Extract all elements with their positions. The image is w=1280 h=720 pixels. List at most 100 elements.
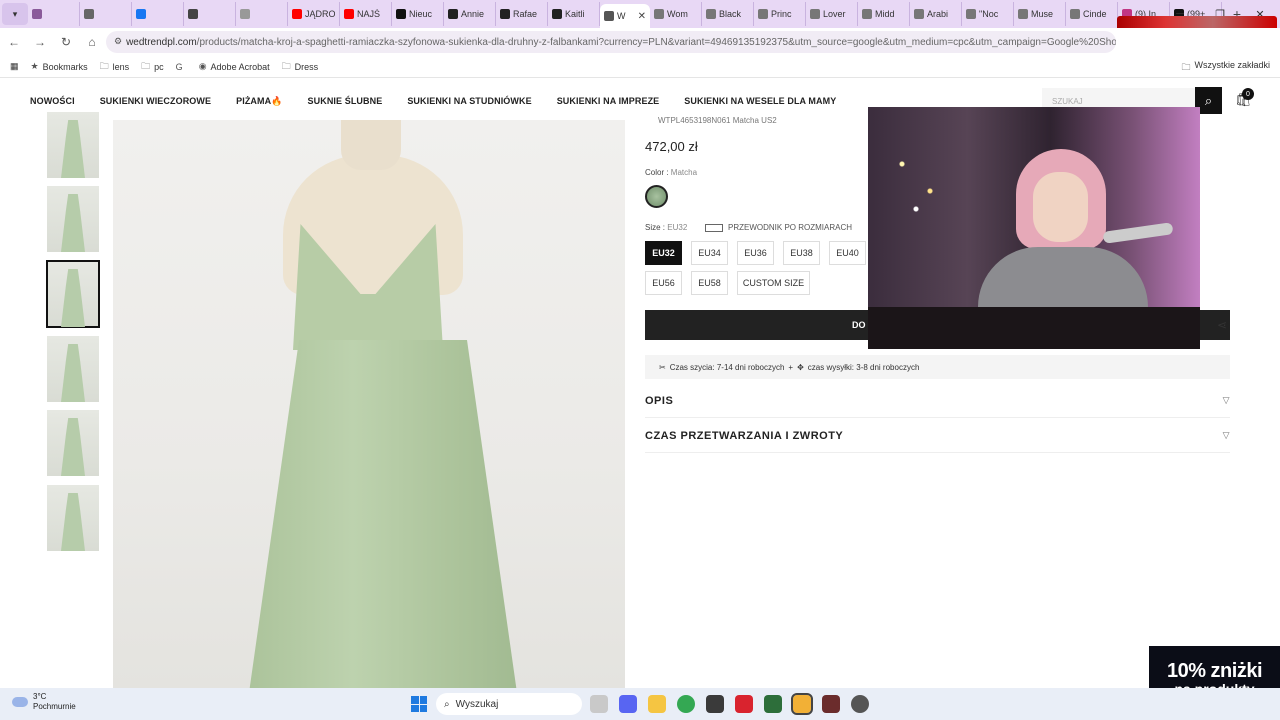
product-thumbnail[interactable] — [47, 186, 99, 252]
tab[interactable]: Nieuc — [392, 2, 444, 26]
file-explorer-icon[interactable] — [648, 695, 666, 713]
tab-active[interactable]: W ✕ — [600, 4, 650, 28]
tab[interactable]: Midd — [858, 2, 910, 26]
size-option[interactable]: EU34 — [691, 241, 728, 265]
tab[interactable]: NAJŚ — [340, 2, 392, 26]
size-option[interactable]: EU40 — [829, 241, 866, 265]
tab-title: Arabi — [927, 9, 949, 19]
tab[interactable]: Annie — [444, 2, 496, 26]
tab[interactable]: "Noc — [962, 2, 1014, 26]
tab-title: Kaitli — [565, 9, 585, 19]
tab[interactable]: Wom — [650, 2, 702, 26]
shop-icon — [706, 9, 716, 19]
bookmark-item[interactable]: 🗀 Dress — [282, 59, 319, 75]
color-swatch-matcha[interactable] — [645, 185, 668, 208]
star-icon: ★ — [30, 61, 39, 71]
size-option[interactable]: EU32 — [645, 241, 682, 265]
tab[interactable]: JĄDRO — [288, 2, 340, 26]
bookmark-item[interactable]: G — [176, 62, 187, 72]
bookmark-item[interactable]: 🗀 pc — [141, 59, 164, 75]
size-option[interactable]: EU38 — [783, 241, 820, 265]
bookmark-label: Bookmarks — [42, 61, 88, 72]
tab[interactable]: Muse — [1014, 2, 1066, 26]
tab[interactable] — [80, 2, 132, 26]
task-view-icon[interactable] — [590, 695, 608, 713]
site-nav-item[interactable]: SUKIENKI NA IMPREZE — [557, 96, 660, 106]
shop-icon — [914, 9, 924, 19]
size-option-custom[interactable]: CUSTOM SIZE — [737, 271, 810, 295]
size-option[interactable]: EU56 — [645, 271, 682, 295]
product-thumbnail[interactable] — [47, 410, 99, 476]
generic-icon — [240, 9, 250, 19]
tab-title: Midd — [875, 9, 895, 19]
webcam-overlay — [868, 107, 1200, 349]
folder-icon: 🗀 — [1181, 62, 1191, 72]
tab[interactable]: Kaitli — [548, 2, 600, 26]
app-icon[interactable] — [706, 695, 724, 713]
bookmark-item[interactable]: ◉ Adobe Acrobat — [199, 61, 270, 72]
size-option[interactable]: EU36 — [737, 241, 774, 265]
tab[interactable]: Lover — [806, 2, 858, 26]
tab-title: Princ — [771, 9, 792, 19]
google-icon: G — [175, 61, 183, 72]
n-icon — [500, 9, 510, 19]
bookmark-label: pc — [154, 61, 164, 72]
all-bookmarks[interactable]: 🗀 Wszystkie zakładki — [1181, 60, 1270, 76]
app-icon[interactable] — [764, 695, 782, 713]
bookmarks-list: ★ Bookmarks 🗀 lens 🗀 pc G ◉ Adobe Acrobat 🗀 Dress — [31, 59, 331, 75]
site-nav-item[interactable]: SUKIENKI WIECZOROWE — [100, 96, 211, 106]
site-nav-item[interactable]: SUKIENKI NA WESELE DLA MAMY — [684, 96, 836, 106]
tab[interactable] — [28, 2, 80, 26]
tab[interactable]: Black — [702, 2, 754, 26]
tab[interactable]: Rafae — [496, 2, 548, 26]
site-info-icon[interactable]: ⚙ — [114, 36, 122, 48]
shop-icon — [1018, 9, 1028, 19]
close-tab-icon[interactable]: ✕ — [638, 11, 646, 22]
folder-icon: 🗀 — [99, 60, 109, 71]
product-thumbnail[interactable] — [47, 336, 99, 402]
reload-icon[interactable]: ↻ — [54, 30, 78, 54]
product-price: 472,00 zł — [645, 139, 698, 154]
product-thumbnail-selected[interactable] — [46, 260, 100, 328]
site-nav-item[interactable]: SUKIENKI NA STUDNIÓWKE — [407, 96, 531, 106]
site-nav-item[interactable]: NOWOŚCI — [30, 96, 75, 106]
tab[interactable] — [236, 2, 288, 26]
forward-icon[interactable]: → — [28, 30, 52, 54]
tab[interactable]: Cinde — [1066, 2, 1118, 26]
size-option[interactable]: EU58 — [691, 271, 728, 295]
home-icon[interactable]: ⌂ — [80, 30, 104, 54]
start-icon[interactable] — [411, 696, 427, 712]
tab-search-chevron-icon[interactable]: ▾ — [2, 3, 28, 25]
screen: { "browser": { "tabs": [ {"title": "", "… — [0, 0, 1280, 720]
product-main-image[interactable] — [113, 120, 625, 688]
share-icon[interactable]: ⋖ — [1217, 318, 1227, 332]
size-guide-link[interactable]: PRZEWODNIK PO ROZMIARACH — [705, 223, 852, 232]
back-icon[interactable]: ← — [2, 30, 26, 54]
obs-icon[interactable] — [851, 695, 869, 713]
bookmark-item[interactable]: ★ Bookmarks — [31, 61, 88, 72]
tab-title: Muse — [1031, 9, 1054, 19]
tab[interactable]: Princ — [754, 2, 806, 26]
tab[interactable]: Arabi — [910, 2, 962, 26]
size-label: Size : EU32 — [645, 223, 688, 232]
site-nav-item[interactable]: PIŻAMA🔥 — [236, 96, 282, 107]
app-icon[interactable] — [822, 695, 840, 713]
bookmark-item[interactable]: 🗀 lens — [100, 59, 130, 75]
accordion-returns[interactable]: CZAS PRZETWARZANIA I ZWROTY ▽ — [645, 419, 1230, 453]
address-bar[interactable]: ⚙ wedtrendpl.com/products/matcha-kroj-a-… — [106, 31, 1116, 53]
shop-icon — [966, 9, 976, 19]
tab-title: W — [617, 11, 626, 21]
app-icon[interactable] — [791, 693, 813, 715]
tab[interactable] — [184, 2, 236, 26]
site-nav-item[interactable]: SUKNIE ŚLUBNE — [308, 96, 383, 106]
apps-grid-icon[interactable]: ▦ — [10, 61, 19, 72]
product-thumbnail[interactable] — [47, 112, 99, 178]
chrome-icon[interactable] — [677, 695, 695, 713]
accordion-description[interactable]: OPIS ▽ — [645, 384, 1230, 418]
weather-widget[interactable]: 3°C Pochmurnie — [12, 692, 76, 712]
tab[interactable] — [132, 2, 184, 26]
discord-icon[interactable] — [619, 695, 637, 713]
app-icon[interactable] — [735, 695, 753, 713]
product-thumbnail[interactable] — [47, 485, 99, 551]
taskbar-search[interactable]: ⌕ Wyszukaj — [436, 693, 582, 715]
